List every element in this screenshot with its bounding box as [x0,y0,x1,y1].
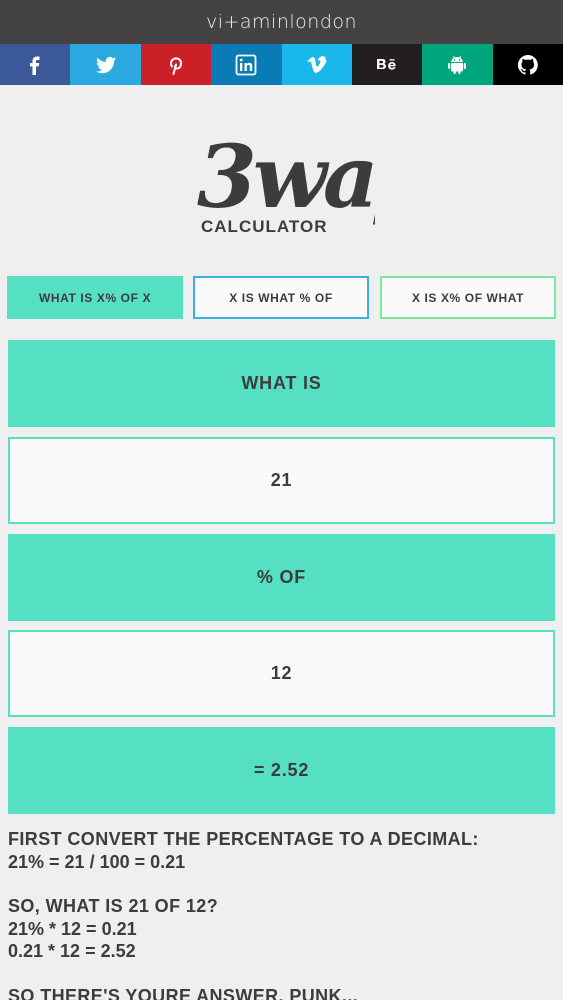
mode-tabs: WHAT IS X% OF X X IS WHAT % OF X IS X% O… [7,276,556,320]
android-icon [448,55,467,74]
twitter-button[interactable] [70,44,141,85]
facebook-icon [30,56,40,75]
github-button[interactable] [492,44,563,85]
linkedin-button[interactable] [211,44,282,85]
tab-x-is-what-percent-of[interactable]: X IS WHAT % OF [193,276,369,319]
explanation-calc-1: 21% * 12 = 0.21 [8,918,137,939]
explanation-step-heading: FIRST CONVERT THE PERCENTAGE TO A DECIMA… [8,829,479,849]
explanation-answer: SO THERE'S YOURE ANSWER, PUNK... [8,985,359,1000]
label-what-is: WHAT IS [8,340,555,427]
tab-x-is-x-percent-of-what[interactable]: X IS X% OF WHAT [380,276,556,319]
github-icon [517,54,538,75]
vimeo-icon [307,55,327,73]
behance-button[interactable] [351,44,423,85]
pinterest-icon [169,56,183,75]
vimeo-button[interactable] [281,44,352,85]
explanation-calc-2: 0.21 * 12 = 2.52 [8,941,136,961]
facebook-button[interactable] [0,44,71,85]
number-input[interactable]: 12 [8,630,555,717]
percent-input[interactable]: 21 [8,437,555,524]
app-logo: 3way CALCULATOR [195,122,375,242]
explanation-question: SO, WHAT IS 21 OF 12? [8,896,219,916]
tab-what-is-x-percent-of-x[interactable]: WHAT IS X% OF X [7,276,183,319]
android-button[interactable] [422,44,493,85]
explanation-step-decimal: 21% = 21 / 100 = 0.21 [8,851,186,872]
logo-sub-text: CALCULATOR [201,217,327,236]
social-bar [0,44,563,85]
site-header: vi+aminlondon [0,0,563,44]
result-display: = 2.52 [8,727,555,814]
twitter-icon [95,56,116,73]
linkedin-icon [235,54,257,75]
explanation: FIRST CONVERT THE PERCENTAGE TO A DECIMA… [8,828,558,1000]
logo-main-text: 3way [197,127,375,228]
label-percent-of: % OF [8,534,555,621]
behance-icon [377,58,396,70]
pinterest-button[interactable] [140,44,212,85]
site-title[interactable]: vi+aminlondon [206,11,357,33]
